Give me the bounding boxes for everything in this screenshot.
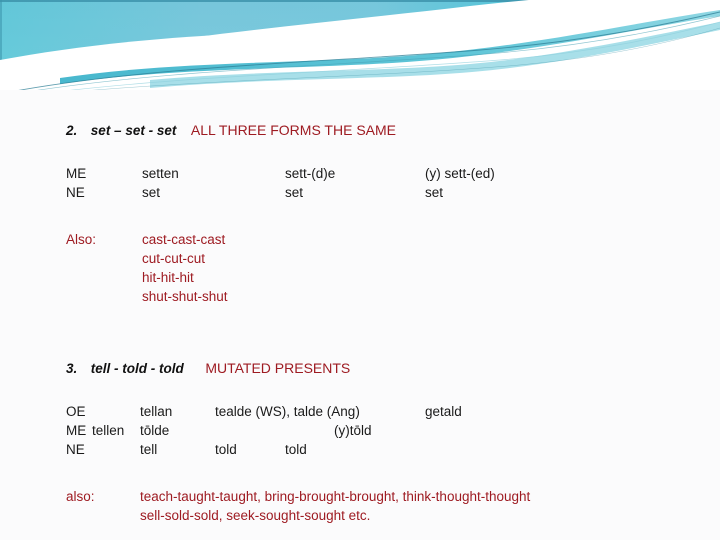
row-label: NE <box>66 442 85 457</box>
slide-content: 2. set – set - set ALL THREE FORMS THE S… <box>0 96 720 540</box>
row-label: NE <box>66 185 85 200</box>
row-cell-infinitive: tell <box>140 442 158 457</box>
row-cell-participle: (y) sett-(ed) <box>425 166 495 181</box>
also-list: cast-cast-cast cut-cut-cut hit-hit-hit s… <box>142 232 228 308</box>
section-three-heading: 3. tell - told - told MUTATED PRESENTS <box>66 361 350 376</box>
list-item: sell-sold-sold, seek-sought-sought etc. <box>140 508 371 523</box>
section-two-forms: set – set - set <box>90 123 177 138</box>
section-two-note: ALL THREE FORMS THE SAME <box>190 122 396 138</box>
row-cell-past: tealde (WS), talde (Ang) <box>215 404 360 419</box>
row-label: ME <box>66 423 87 438</box>
also-label: also: <box>66 489 95 504</box>
list-item: teach-taught-taught, bring-brought-broug… <box>140 489 531 504</box>
row-label: OE <box>66 404 86 419</box>
section-three-forms: tell - told - told <box>90 361 184 376</box>
list-item: cut-cut-cut <box>142 251 206 266</box>
row-cell-participle: (y)tōld <box>334 423 372 438</box>
section-two-heading: 2. set – set - set ALL THREE FORMS THE S… <box>66 123 396 138</box>
row-cell-past: tōlde <box>140 423 170 438</box>
row-cell-infinitive: setten <box>142 166 179 181</box>
section-three-note: MUTATED PRESENTS <box>205 360 351 376</box>
row-cell-participle: set <box>425 185 444 200</box>
row-label: ME <box>66 166 87 181</box>
row-cell-past: told <box>215 442 237 457</box>
list-item: shut-shut-shut <box>142 289 228 304</box>
also-label: Also: <box>66 232 97 247</box>
section-three-number: 3. <box>66 361 78 376</box>
row-cell-infinitive: tellan <box>140 404 173 419</box>
list-item: cast-cast-cast <box>142 232 226 247</box>
row-cell-participle: told <box>285 442 307 457</box>
row-cell-past: sett-(d)e <box>285 166 336 181</box>
decorative-wave-banner <box>0 0 720 96</box>
row-cell-participle: getald <box>425 404 462 419</box>
section-two-number: 2. <box>66 123 78 138</box>
also-lines: teach-taught-taught, bring-brought-broug… <box>140 489 530 527</box>
row-cell-infinitive: tellen <box>92 423 125 438</box>
row-cell-infinitive: set <box>142 185 161 200</box>
row-cell-past: set <box>285 185 304 200</box>
list-item: hit-hit-hit <box>142 270 194 285</box>
